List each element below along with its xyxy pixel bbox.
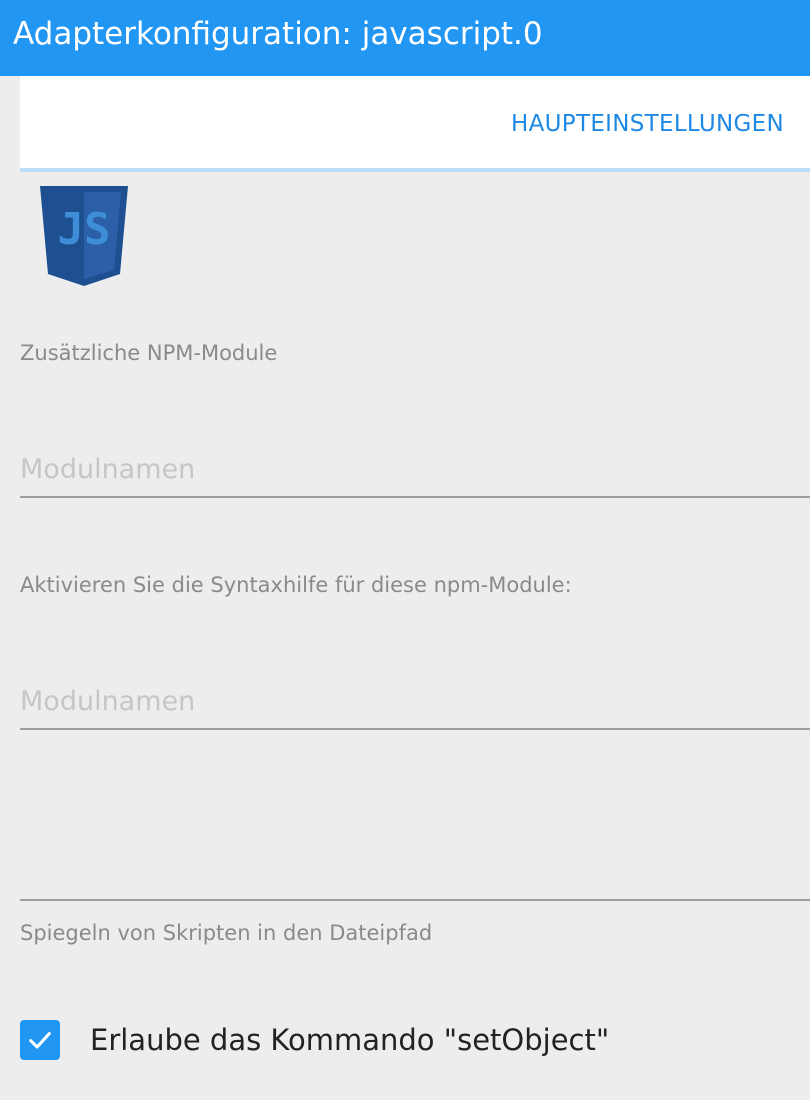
mirror-path-label: Spiegeln von Skripten in den Dateipfad <box>20 921 433 945</box>
syntax-help-input[interactable] <box>20 674 810 730</box>
syntax-help-label: Aktivieren Sie die Syntaxhilfe für diese… <box>20 573 572 597</box>
allow-set-object-checkbox[interactable] <box>20 1020 60 1060</box>
tab-main-settings[interactable]: HAUPTEINSTELLUNGEN <box>511 111 784 137</box>
title-bar: Adapterkonfiguration: javascript.0 <box>0 0 810 76</box>
tab-indicator <box>20 168 810 172</box>
allow-set-object-label: Erlaube das Kommando "setObject" <box>90 1023 610 1057</box>
mirror-path-field-underline[interactable] <box>20 899 810 901</box>
tab-bar: HAUPTEINSTELLUNGEN <box>20 76 810 172</box>
javascript-logo-icon: JS <box>40 186 128 286</box>
page-title: Adapterkonfiguration: javascript.0 <box>13 15 543 52</box>
logo-text: JS <box>58 204 111 255</box>
npm-modules-input[interactable] <box>20 442 810 498</box>
allow-set-object-row[interactable]: Erlaube das Kommando "setObject" <box>20 1020 609 1060</box>
checkmark-icon <box>29 1032 51 1049</box>
npm-modules-label: Zusätzliche NPM-Module <box>20 341 278 365</box>
